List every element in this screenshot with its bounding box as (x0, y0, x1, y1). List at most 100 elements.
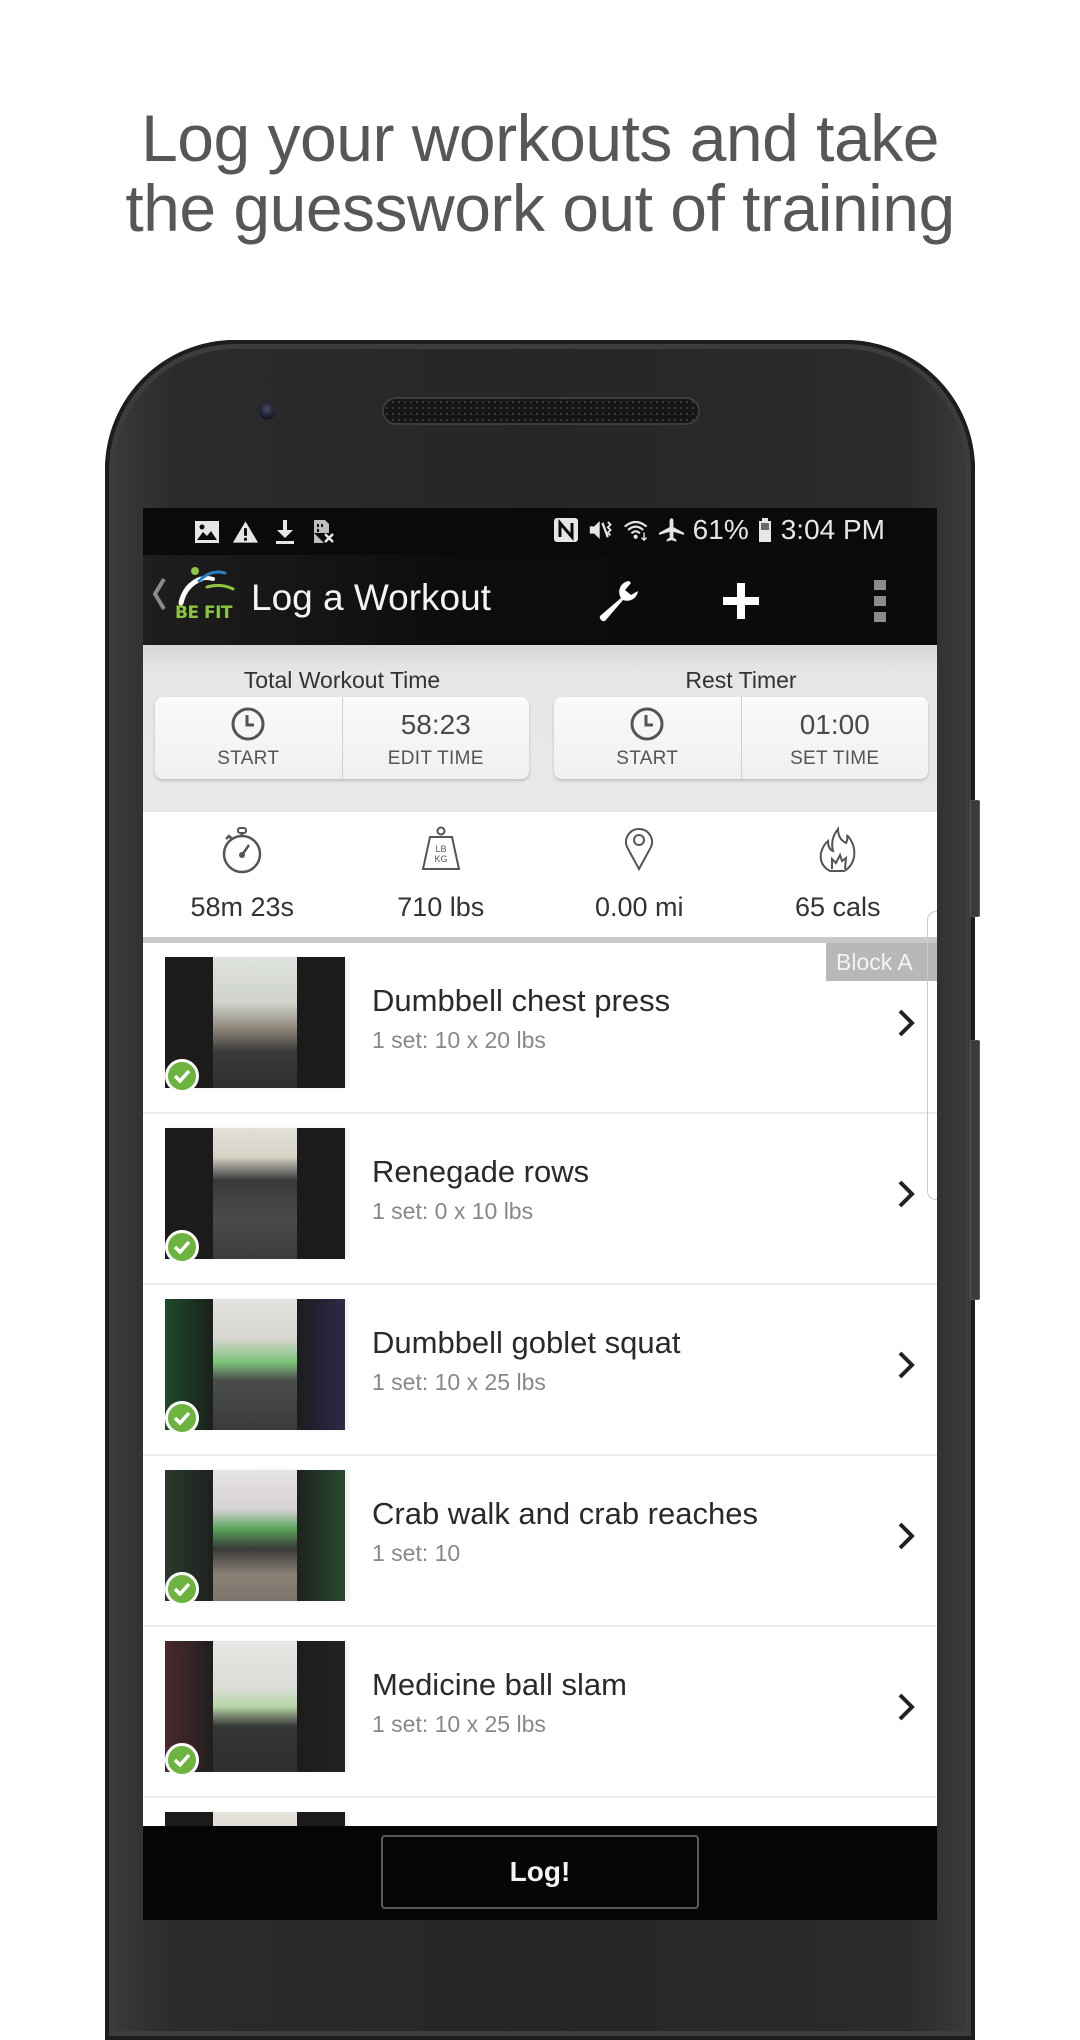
edit-time-label: EDIT TIME (387, 748, 484, 769)
exercise-list-item[interactable]: Medicine ball slam 1 set: 10 x 25 lbs (143, 1627, 937, 1798)
chevron-right-icon[interactable] (891, 1516, 921, 1556)
headline-line-2: the guesswork out of training (125, 171, 955, 245)
svg-text:KG: KG (434, 854, 447, 864)
exercise-list-item[interactable]: Crab walk and crab reaches 1 set: 10 (143, 1456, 937, 1627)
exercise-thumbnail-image (213, 1128, 297, 1259)
bottom-action-bar: Log! (143, 1826, 937, 1920)
rest-timer-card: START 01:00 SET TIME (554, 697, 928, 779)
svg-text:LB: LB (435, 844, 446, 854)
stat-weight: LB KG 710 lbs (342, 812, 541, 937)
chevron-right-icon[interactable] (891, 1174, 921, 1214)
stat-calories-value: 65 cals (794, 892, 881, 922)
total-workout-timer-card: START 58:23 EDIT TIME (155, 697, 529, 779)
exercise-detail: 1 set: 10 x 25 lbs (372, 1369, 546, 1395)
completed-check-icon (165, 1059, 199, 1093)
earpiece-speaker (382, 397, 700, 425)
clock: 3:04 PM (780, 514, 885, 545)
chevron-right-icon[interactable] (891, 1687, 921, 1727)
stat-calories: 65 cals (739, 812, 938, 937)
workout-stats: 58m 23s LB KG 710 lbs 0.00 mi 65 cals (143, 812, 937, 937)
block-label: Block A (826, 943, 937, 981)
phone-side-button-top (970, 800, 980, 917)
exercise-list-item[interactable]: Renegade rows 1 set: 0 x 10 lbs (143, 1114, 937, 1285)
battery-icon (757, 517, 773, 544)
wifi-icon (623, 517, 650, 544)
chevron-right-icon[interactable] (891, 1003, 921, 1043)
front-camera (259, 402, 275, 420)
exercise-thumbnail-image (213, 1641, 297, 1772)
exercise-detail: 1 set: 10 x 20 lbs (372, 1027, 546, 1053)
exercise-name: Crab walk and crab reaches (372, 1496, 758, 1531)
exercise-thumbnail-image (213, 1299, 297, 1430)
phone-side-button-bottom (970, 1040, 980, 1300)
timer-panel: Total Workout Time START 58:23 EDIT TIME… (143, 645, 937, 812)
stat-distance-value: 0.00 mi (594, 892, 684, 922)
total-workout-timer: Total Workout Time START 58:23 EDIT TIME (155, 663, 529, 779)
page-title: Log a Workout (251, 577, 491, 618)
plus-icon (723, 583, 759, 619)
stat-duration: 58m 23s (143, 812, 342, 937)
exercise-detail: 1 set: 10 (372, 1540, 461, 1566)
location-pin-icon (621, 824, 657, 876)
completed-check-icon (165, 1230, 199, 1264)
stopwatch-icon (219, 824, 265, 876)
no-sim-icon (310, 518, 337, 545)
logo-text: BE FIT (175, 603, 233, 623)
phone-screen: 61% 3:04 PM BE FIT Log a Workout Total W… (143, 508, 937, 1920)
download-icon (271, 518, 298, 545)
status-bar: 61% 3:04 PM (143, 508, 937, 555)
exercise-list: Dumbbell chest press 1 set: 10 x 20 lbs … (143, 943, 937, 1920)
chevron-right-icon[interactable] (891, 1345, 921, 1385)
rest-timer-start-button[interactable]: START (554, 697, 741, 779)
log-workout-button[interactable]: Log! (381, 1835, 699, 1909)
stat-weight-value: 710 lbs (397, 892, 485, 922)
vibrate-mute-icon (588, 517, 615, 544)
exercise-name: Medicine ball slam (372, 1667, 627, 1702)
rest-timer-value: 01:00 (799, 709, 870, 740)
total-workout-time-label: Total Workout Time (243, 667, 441, 693)
add-exercise-button[interactable] (713, 573, 769, 629)
total-timer-start-button[interactable]: START (155, 697, 342, 779)
back-chevron-icon[interactable] (151, 577, 167, 620)
clock-icon (230, 706, 266, 744)
stat-distance: 0.00 mi (540, 812, 739, 937)
fast-scroll-handle[interactable] (927, 911, 937, 1200)
completed-check-icon (165, 1743, 199, 1777)
status-bar-right: 61% 3:04 PM (553, 514, 885, 546)
exercise-thumbnail-image (213, 1470, 297, 1601)
rest-timer-label: Rest Timer (685, 667, 797, 693)
total-timer-value: 58:23 (400, 709, 471, 740)
exercise-thumbnail-image (213, 957, 297, 1088)
weight-icon: LB KG (418, 824, 464, 876)
warning-icon (232, 518, 259, 545)
exercise-name: Renegade rows (372, 1154, 590, 1189)
app-toolbar: BE FIT Log a Workout (143, 555, 937, 645)
battery-percent: 61% (692, 514, 749, 545)
exercise-detail: 1 set: 0 x 10 lbs (372, 1198, 534, 1224)
flame-icon (816, 824, 860, 876)
exercise-detail: 1 set: 10 x 25 lbs (372, 1711, 546, 1737)
exercise-name: Dumbbell chest press (372, 983, 671, 1018)
exercise-list-item[interactable]: Dumbbell chest press 1 set: 10 x 20 lbs (143, 943, 937, 1114)
rest-timer: Rest Timer START 01:00 SET TIME (554, 663, 928, 779)
headline-line-1: Log your workouts and take (141, 101, 939, 175)
airplane-mode-icon (658, 517, 685, 544)
completed-check-icon (165, 1572, 199, 1606)
stat-duration-value: 58m 23s (190, 892, 295, 922)
exercise-name: Dumbbell goblet squat (372, 1325, 681, 1360)
wrench-icon (599, 581, 638, 622)
total-timer-edit-time-button[interactable]: 58:23 EDIT TIME (341, 697, 530, 779)
rest-timer-start-label: START (616, 748, 679, 769)
overflow-menu-icon (874, 580, 886, 622)
set-time-label: SET TIME (790, 748, 880, 769)
total-timer-start-label: START (217, 748, 280, 769)
completed-check-icon (165, 1401, 199, 1435)
rest-timer-set-time-button[interactable]: 01:00 SET TIME (740, 697, 929, 779)
marketing-headline: Log your workouts and take the guesswork… (0, 103, 1080, 243)
clock-icon (629, 706, 665, 744)
settings-wrench-button[interactable] (590, 573, 646, 629)
nfc-icon (553, 517, 580, 544)
image-notification-icon (193, 518, 220, 545)
exercise-list-item[interactable]: Dumbbell goblet squat 1 set: 10 x 25 lbs (143, 1285, 937, 1456)
overflow-menu-button[interactable] (852, 573, 908, 629)
